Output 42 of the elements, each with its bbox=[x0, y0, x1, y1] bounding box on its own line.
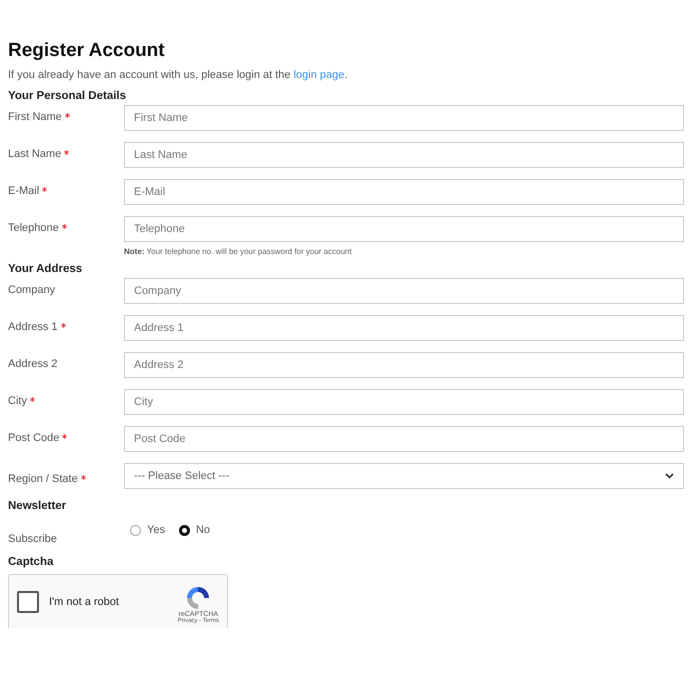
input-field[interactable]: E-Mail bbox=[124, 179, 684, 205]
section-heading: Captcha bbox=[8, 556, 54, 568]
input-field[interactable]: Address 2 bbox=[124, 352, 684, 378]
checkbox[interactable] bbox=[17, 590, 39, 612]
required-icon bbox=[64, 150, 70, 155]
required-icon bbox=[62, 434, 68, 439]
page-title: Register Account bbox=[8, 40, 166, 62]
required-icon bbox=[62, 224, 67, 229]
field-label: Post Code bbox=[8, 432, 60, 444]
field-label: Subscribe bbox=[8, 532, 57, 545]
select-field[interactable]: --- Please Select --- bbox=[124, 463, 684, 489]
required-icon bbox=[64, 113, 70, 118]
chevron-icon bbox=[665, 473, 674, 479]
input-field[interactable]: Telephone bbox=[124, 216, 684, 242]
field-label: Telephone bbox=[8, 222, 59, 234]
field-label: City bbox=[8, 395, 27, 407]
input-field[interactable]: First Name bbox=[124, 105, 684, 131]
required-icon bbox=[60, 323, 66, 328]
field-label: Address 2 bbox=[8, 358, 58, 370]
field-label: Last Name bbox=[8, 148, 62, 160]
input-field[interactable]: Company bbox=[124, 278, 684, 304]
required-icon bbox=[42, 187, 48, 192]
intro-text: If you already have an account with us, please login at the login page. bbox=[8, 69, 348, 81]
field-label: Address 1 bbox=[8, 321, 58, 333]
section-heading: Your Personal Details bbox=[8, 90, 128, 102]
required-icon bbox=[30, 397, 35, 402]
section-heading: Newsletter bbox=[8, 500, 68, 512]
input-field[interactable]: Address 1 bbox=[124, 315, 684, 341]
field-label: First Name bbox=[8, 111, 62, 123]
note-text: Note: Your telephone no. will be your password for your account bbox=[124, 247, 353, 256]
input-field[interactable]: City bbox=[124, 389, 684, 415]
input-field[interactable]: Post Code bbox=[124, 426, 684, 452]
section-heading: Your Address bbox=[8, 263, 84, 275]
recaptcha-icon bbox=[185, 585, 212, 611]
field-label: Region / State bbox=[8, 473, 78, 485]
input-field[interactable]: Last Name bbox=[124, 142, 684, 168]
radio-option[interactable]: Yes bbox=[130, 524, 165, 536]
field-label: E-Mail bbox=[8, 185, 40, 197]
radio-option[interactable]: No bbox=[178, 524, 210, 536]
captcha-label: I'm not a robot bbox=[49, 596, 120, 608]
field-label: Company bbox=[8, 284, 56, 296]
required-icon bbox=[80, 475, 86, 480]
